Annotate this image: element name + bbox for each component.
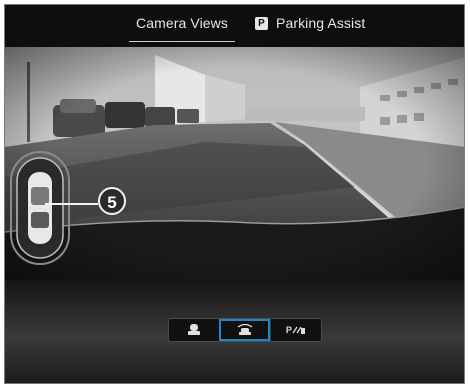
rear-camera-icon — [188, 324, 200, 335]
camera-control-panel: P — [5, 280, 464, 383]
vehicle-top-view — [10, 151, 70, 265]
surround-camera-button[interactable] — [219, 319, 270, 341]
active-tab-underline — [129, 41, 235, 42]
parking-assist-icon — [292, 326, 306, 334]
top-tab-bar: Camera Views P Parking Assist — [5, 5, 464, 47]
callout-badge: 5 — [98, 187, 126, 215]
camera-mode-selector: P — [168, 318, 322, 342]
camera-screen: Camera Views P Parking Assist 5 P — [4, 4, 465, 384]
tab-camera-views[interactable]: Camera Views — [129, 15, 235, 42]
tab-camera-views-label: Camera Views — [136, 15, 228, 31]
parking-icon: P — [255, 16, 268, 30]
camera-scene — [5, 47, 464, 280]
camera-view-image — [5, 47, 464, 280]
rear-camera-button[interactable] — [169, 319, 219, 341]
tab-parking-assist-label: Parking Assist — [276, 15, 366, 31]
tab-parking-assist[interactable]: P Parking Assist — [255, 15, 365, 31]
parking-assist-button[interactable]: P — [270, 319, 321, 341]
surround-camera-icon — [237, 323, 253, 335]
